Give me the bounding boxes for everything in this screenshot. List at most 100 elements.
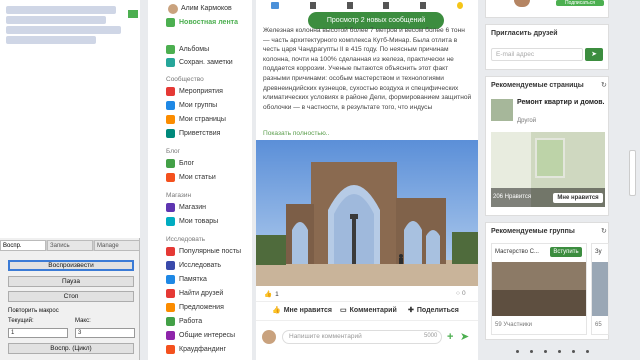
page-name[interactable]: Ремонт квартир и домов. — [517, 99, 605, 107]
avatar[interactable] — [168, 4, 178, 14]
recommended-groups-card: Рекомендуемые группы ↻ Мастерство С... В… — [485, 222, 609, 340]
divider — [256, 320, 478, 321]
sidebar-item-events[interactable]: Мероприятия — [166, 87, 223, 96]
group-card[interactable]: Мастерство С... Вступить 59 Участники — [491, 243, 587, 335]
loop-play-button[interactable]: Воспр. (Цикл) — [8, 343, 134, 354]
subscribe-button[interactable]: Подписаться — [556, 0, 604, 6]
comments-summary[interactable]: ○ 0 — [456, 290, 466, 297]
file-icon[interactable] — [346, 1, 353, 9]
sidebar-item-groups[interactable]: Мои группы — [166, 101, 217, 110]
sidebar-item-articles[interactable]: Мои статьи — [166, 173, 216, 182]
sidebar-item-offers[interactable]: Предложения — [166, 303, 224, 312]
sidebar-item-greetings[interactable]: Приветствия — [166, 129, 220, 138]
like-button[interactable]: 👍 Мне нравится — [272, 306, 332, 315]
invite-card: Пригласить друзей E-mail адрес ➤ — [485, 24, 609, 70]
flag-icon — [166, 115, 175, 124]
play-button[interactable]: Воспроизвести — [8, 260, 134, 271]
user-search-icon — [166, 289, 175, 298]
cart-icon — [166, 217, 175, 226]
share-button[interactable]: ✚ Поделиться — [408, 306, 459, 315]
fire-icon — [166, 247, 175, 256]
email-input[interactable]: E-mail адрес — [491, 48, 583, 61]
sidebar-item-crowdfunding[interactable]: Краудфандинг — [166, 345, 226, 354]
sidebar-item-news[interactable]: Новостная лента — [166, 17, 243, 28]
page-thumbnail[interactable] — [491, 99, 513, 121]
tab-play[interactable]: Воспр. — [0, 240, 46, 251]
groups-title: Рекомендуемые группы — [491, 228, 575, 235]
sidebar-item-popular[interactable]: Популярные посты — [166, 247, 241, 256]
section-community: Сообщество — [166, 76, 204, 83]
group-cover — [492, 262, 586, 316]
sidebar-item-explore[interactable]: Исследовать — [166, 261, 221, 270]
refresh-icon[interactable]: ↻ — [601, 81, 607, 89]
interests-icon — [166, 331, 175, 340]
comment-button[interactable]: ▭ Комментарий — [340, 306, 397, 315]
group-2-name: Зу — [595, 249, 602, 255]
video-icon[interactable] — [419, 1, 426, 9]
max-input[interactable]: 3 — [75, 328, 135, 338]
section-shop: Магазин — [166, 192, 192, 199]
join-group-button[interactable]: Вступить — [550, 247, 582, 257]
max-label: Макс: — [75, 318, 91, 324]
sidebar-item-saved[interactable]: Сохран. заметки — [166, 58, 233, 67]
stop-button[interactable]: Стоп — [8, 291, 134, 302]
note-icon — [166, 275, 175, 284]
add-icon[interactable]: + — [447, 331, 453, 343]
group-name: Мастерство С... — [495, 249, 539, 255]
qutb-minar-photo — [256, 140, 478, 286]
post-image[interactable] — [256, 140, 478, 286]
carousel-dots[interactable] — [516, 350, 589, 353]
shop-icon — [166, 203, 175, 212]
tab-manage[interactable]: Manage — [94, 240, 140, 251]
comment-bubble-icon: ○ — [456, 290, 460, 297]
sidebar-item-products[interactable]: Мои товары — [166, 217, 218, 226]
hand-icon — [166, 129, 175, 138]
crowdfunding-icon — [166, 345, 175, 354]
comment-input[interactable]: Напишите комментарий — [282, 330, 442, 344]
sidebar-item-find-friends[interactable]: Найти друзей — [166, 289, 223, 298]
post-type-bar — [256, 0, 478, 10]
refresh-icon[interactable]: ↻ — [601, 227, 607, 235]
music-icon[interactable] — [383, 1, 390, 9]
blog-icon — [166, 159, 175, 168]
sidebar-item-albums[interactable]: Альбомы — [166, 45, 209, 54]
sidebar-item-pages[interactable]: Мои страницы — [166, 115, 226, 124]
bookmark-icon — [166, 58, 175, 67]
sidebar-item-shop[interactable]: Магазин — [166, 203, 206, 212]
profile-avatar[interactable] — [514, 0, 530, 7]
groups-icon — [166, 101, 175, 110]
location-icon[interactable] — [456, 1, 463, 9]
macro-recording-list — [0, 0, 140, 238]
sidebar-item-memo[interactable]: Памятка — [166, 275, 207, 284]
show-more-link[interactable]: Показать полностью.. — [263, 130, 329, 137]
likes-summary[interactable]: 👍 1 — [264, 290, 279, 299]
document-icon[interactable] — [309, 1, 316, 9]
news-icon — [166, 18, 175, 27]
page-cover[interactable]: 206 Нравится Мне нравится — [491, 132, 605, 207]
pause-button[interactable]: Пауза — [8, 276, 134, 287]
char-limit: 5000 — [424, 333, 438, 339]
albums-icon — [166, 45, 175, 54]
tag-icon — [166, 303, 175, 312]
article-icon — [166, 173, 175, 182]
send-icon[interactable]: ➤ — [460, 330, 469, 343]
sidebar-item-interests[interactable]: Общие интересы — [166, 331, 235, 340]
share-icon: ✚ — [408, 307, 414, 314]
like-icon: 👍 — [272, 307, 281, 314]
sidebar-item-jobs[interactable]: Работа — [166, 317, 202, 326]
macro-status-indicator — [128, 10, 138, 18]
page-like-button[interactable]: Мне нравится — [553, 193, 603, 203]
repeat-label: Повторить макрос — [8, 308, 59, 314]
group-2-members: 65 — [595, 322, 602, 328]
user-name[interactable]: Алим Кармоков — [181, 5, 232, 12]
section-blog: Блог — [166, 148, 181, 155]
current-input[interactable]: 1 — [8, 328, 68, 338]
tab-record[interactable]: Запись — [47, 240, 93, 251]
sidebar-item-blog[interactable]: Блог — [166, 159, 194, 168]
image-icon[interactable] — [271, 1, 280, 9]
section-explore: Исследовать — [166, 236, 206, 243]
divider — [256, 301, 478, 302]
group-card-2[interactable]: Зу 65 — [591, 243, 609, 335]
send-invite-icon[interactable]: ➤ — [585, 48, 603, 61]
scrollbar-thumb[interactable] — [629, 150, 636, 196]
